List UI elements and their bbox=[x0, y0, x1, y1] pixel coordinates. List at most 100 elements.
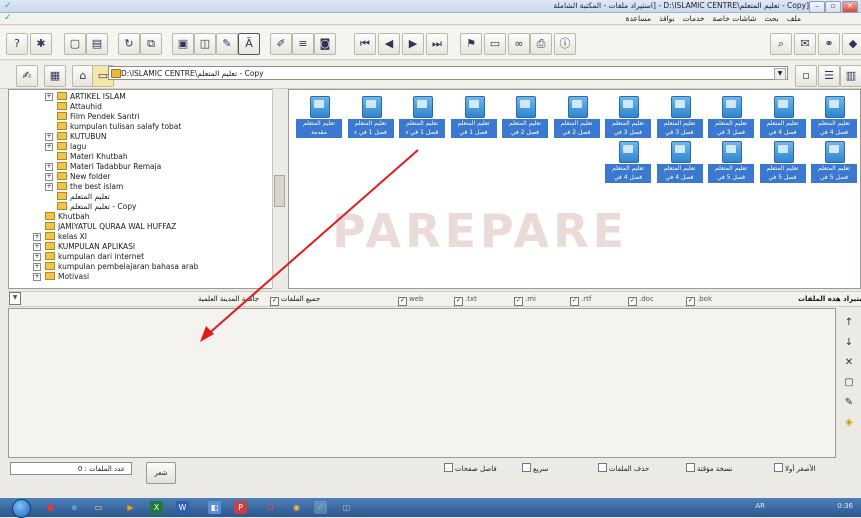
move-down-icon[interactable]: ↓ bbox=[842, 336, 856, 350]
expand-icon[interactable]: + bbox=[45, 163, 53, 171]
maximize-button[interactable]: ▫ bbox=[825, 1, 841, 13]
checkbox[interactable]: ✓ bbox=[628, 297, 637, 306]
app-icon[interactable]: ◫ bbox=[340, 501, 353, 514]
edit-path-icon[interactable]: ✍ bbox=[16, 65, 38, 87]
expand-icon[interactable]: + bbox=[33, 263, 41, 271]
folder-tree[interactable]: + ARTIKEL ISLAM Attauhid Film Pendek Santri… bbox=[8, 89, 284, 289]
notes-icon[interactable]: ✉ bbox=[794, 33, 816, 55]
info-icon[interactable]: ⓘ bbox=[554, 33, 576, 55]
menu-item[interactable]: مساعدة bbox=[626, 14, 651, 23]
edit-list-icon[interactable]: ✎ bbox=[842, 396, 856, 410]
file-item[interactable]: تعليم المتعلم فصل 1 في bbox=[450, 96, 497, 140]
word-icon[interactable]: W bbox=[176, 501, 189, 514]
filter-txt[interactable]: ✓ .txt bbox=[454, 294, 477, 306]
file-item[interactable]: تعليم المتعلم فصل 4 في bbox=[811, 96, 857, 140]
refresh-icon[interactable]: ↻ bbox=[118, 33, 140, 55]
option-fast[interactable]: سريع bbox=[522, 463, 548, 474]
help-icon[interactable]: ? bbox=[6, 33, 28, 55]
home-icon[interactable]: ⌂ bbox=[72, 65, 94, 87]
export-icon[interactable]: ▣ bbox=[172, 33, 194, 55]
expand-icon[interactable]: + bbox=[33, 273, 41, 281]
chevron-down-icon[interactable]: ▼ bbox=[774, 68, 786, 80]
collapse-toggle[interactable]: ▼ bbox=[9, 292, 21, 305]
scrollbar-thumb[interactable] bbox=[274, 175, 285, 207]
file-item[interactable]: تعليم المتعلم فصل 3 في bbox=[656, 96, 703, 140]
option-delete-files[interactable]: حذف الملفات bbox=[598, 463, 649, 474]
file-item[interactable]: تعليم المتعلم فصل 1 في ء bbox=[399, 96, 445, 140]
option-page-separator[interactable]: فاصل صفحات bbox=[444, 463, 497, 474]
next-page-icon[interactable]: ▶ bbox=[402, 33, 424, 55]
new-doc-icon[interactable]: ▢ bbox=[842, 376, 856, 390]
tree-scrollbar[interactable] bbox=[272, 89, 285, 289]
expand-icon[interactable]: + bbox=[45, 183, 53, 191]
file-item[interactable]: تعليم المتعلم فصل 5 في bbox=[811, 141, 857, 185]
filter-web[interactable]: ✓ web bbox=[398, 294, 423, 306]
previous-page-icon[interactable]: ◀ bbox=[378, 33, 400, 55]
option-temp-copy[interactable]: نسخة مؤقتة bbox=[686, 463, 732, 474]
expand-icon[interactable]: + bbox=[45, 133, 53, 141]
checkbox[interactable] bbox=[444, 463, 453, 472]
expand-icon[interactable]: + bbox=[33, 233, 41, 241]
language-indicator[interactable]: AR bbox=[755, 502, 765, 510]
expand-icon[interactable]: + bbox=[45, 143, 53, 151]
file-item[interactable]: تعليم المتعلم فصل 5 في bbox=[759, 141, 806, 185]
format-icon[interactable]: Ã bbox=[238, 33, 260, 55]
excel-icon[interactable]: X bbox=[150, 501, 163, 514]
filter-mi[interactable]: ✓ .mi bbox=[514, 294, 536, 306]
expand-icon[interactable]: + bbox=[45, 93, 53, 101]
new-page-icon[interactable]: ▢ bbox=[64, 33, 86, 55]
checkbox[interactable]: ✓ bbox=[686, 297, 695, 306]
list-icon[interactable]: ▤ bbox=[86, 33, 108, 55]
checkbox[interactable] bbox=[598, 463, 607, 472]
link-icon[interactable]: ⚭ bbox=[818, 33, 840, 55]
start-button[interactable] bbox=[12, 499, 31, 518]
filter-rtf[interactable]: ✓ .rtf bbox=[570, 294, 591, 306]
file-item[interactable]: تعليم المتعلم فصل 2 في bbox=[553, 96, 600, 140]
chrome-icon[interactable]: ● bbox=[44, 501, 57, 514]
menu-item[interactable]: ملف bbox=[787, 14, 801, 23]
file-item[interactable]: تعليم المتعلم فصل 2 في bbox=[502, 96, 548, 140]
book-icon[interactable]: ◙ bbox=[314, 33, 336, 55]
file-item[interactable]: تعليم المتعلم فصل 5 في bbox=[708, 141, 754, 185]
file-item[interactable]: تعليم المتعلم فصل 3 في bbox=[708, 96, 754, 140]
pen-icon[interactable]: ✎ bbox=[216, 33, 238, 55]
menu-item[interactable]: شاشات خاصة bbox=[713, 14, 757, 23]
checkbox[interactable]: ✓ bbox=[398, 297, 407, 306]
small-icons-view-icon[interactable]: ▫ bbox=[795, 65, 817, 87]
checkbox[interactable] bbox=[686, 463, 695, 472]
file-item[interactable]: تعليم المتعلم مقدمة bbox=[296, 96, 342, 140]
bookmark-icon[interactable]: ⚑ bbox=[460, 33, 482, 55]
file-item[interactable]: تعليم المتعلم فصل 3 في bbox=[605, 96, 651, 140]
list-view-icon[interactable]: ☰ bbox=[818, 65, 840, 87]
search-icon[interactable]: ⌕ bbox=[770, 33, 792, 55]
file-item[interactable]: تعليم المتعلم فصل 4 في bbox=[759, 96, 806, 140]
filter-all-files[interactable]: ✓ جميع الملفات bbox=[270, 294, 320, 306]
align-icon[interactable]: ≡ bbox=[292, 33, 314, 55]
copy-icon[interactable]: ⧉ bbox=[140, 33, 162, 55]
filter-univ[interactable]: جامعة المدينة العلمية bbox=[198, 294, 259, 305]
expand-icon[interactable]: + bbox=[33, 253, 41, 261]
file-item[interactable]: تعليم المتعلم فصل 1 في ء bbox=[347, 96, 394, 140]
explorer-icon[interactable]: ▭ bbox=[92, 501, 105, 514]
file-item[interactable]: تعليم المتعلم فصل 4 في bbox=[656, 141, 703, 185]
expand-icon[interactable]: + bbox=[33, 243, 41, 251]
edit-icon[interactable]: ✐ bbox=[270, 33, 292, 55]
path-combobox[interactable]: D:\ISLAMIC CENTRE\تعليم المتعلم - Copy ▼ bbox=[108, 66, 788, 80]
checkbox[interactable]: ✓ bbox=[514, 297, 523, 306]
import-icon[interactable]: ◫ bbox=[194, 33, 216, 55]
menu-item[interactable]: نوافذ bbox=[659, 14, 675, 23]
remove-icon[interactable]: ✕ bbox=[842, 356, 856, 370]
library-icon[interactable]: ▦ bbox=[44, 65, 66, 87]
diamond-icon[interactable]: ◆ bbox=[842, 33, 861, 55]
print-icon[interactable]: ⎙ bbox=[530, 33, 552, 55]
menu-item[interactable]: خدمات bbox=[683, 14, 705, 23]
poetry-button[interactable]: شعر bbox=[146, 462, 176, 484]
opera-icon[interactable]: O bbox=[264, 501, 277, 514]
tools-icon[interactable]: ✱ bbox=[30, 33, 52, 55]
firefox-icon[interactable]: ◉ bbox=[290, 501, 303, 514]
close-button[interactable]: ✕ bbox=[842, 1, 858, 13]
details-view-icon[interactable]: ▥ bbox=[840, 65, 861, 87]
checkbox[interactable] bbox=[522, 463, 531, 472]
menu-item[interactable]: بحث bbox=[764, 14, 778, 23]
checkbox[interactable]: ✓ bbox=[270, 297, 279, 306]
